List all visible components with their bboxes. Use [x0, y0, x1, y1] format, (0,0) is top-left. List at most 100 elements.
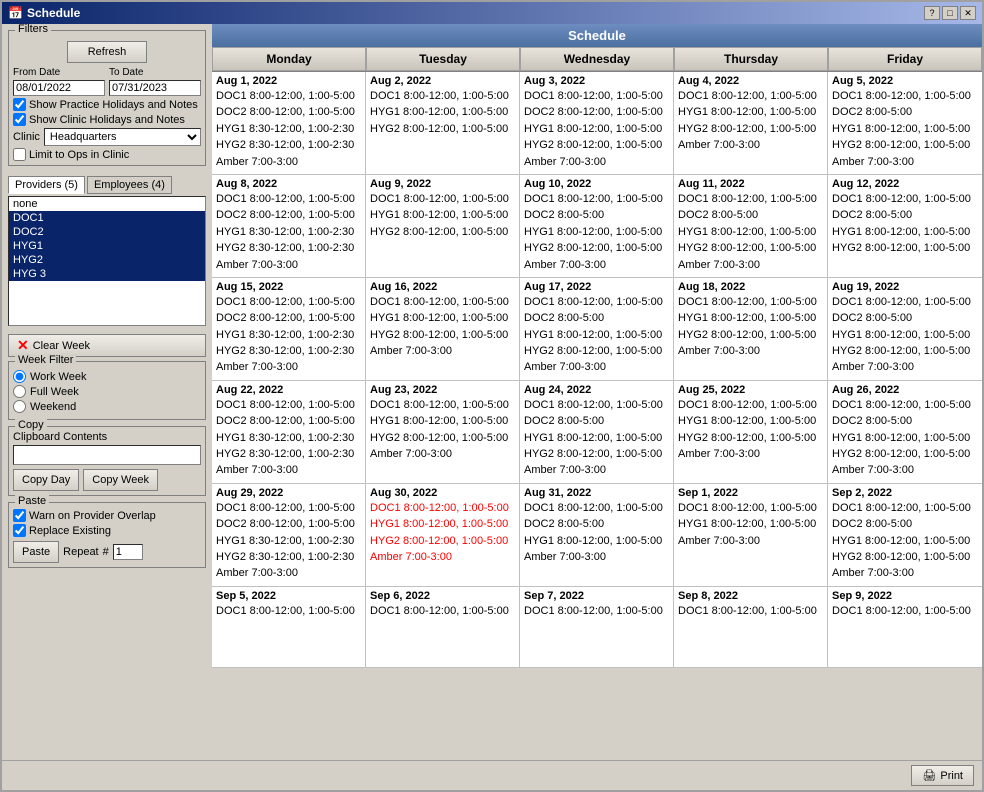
- warn-overlap-checkbox[interactable]: [13, 509, 26, 522]
- day-cell[interactable]: Aug 30, 2022DOC1 8:00-12:00, 1:00-5:00HY…: [366, 484, 520, 586]
- day-date: Aug 8, 2022: [216, 178, 361, 190]
- schedule-entry-red: HYG1 8:00-12:00, 1:00-5:00: [370, 517, 515, 532]
- full-week-radio[interactable]: [13, 385, 26, 398]
- day-cell[interactable]: Aug 9, 2022DOC1 8:00-12:00, 1:00-5:00HYG…: [366, 175, 520, 277]
- close-button[interactable]: ✕: [960, 6, 976, 20]
- day-cell[interactable]: Sep 8, 2022DOC1 8:00-12:00, 1:00-5:00: [674, 587, 828, 667]
- to-date-label: To Date: [109, 67, 201, 78]
- tabs-row: Providers (5) Employees (4): [8, 176, 206, 194]
- clear-week-label: Clear Week: [33, 340, 90, 352]
- day-cell[interactable]: Aug 3, 2022DOC1 8:00-12:00, 1:00-5:00DOC…: [520, 72, 674, 174]
- day-cell[interactable]: Aug 12, 2022DOC1 8:00-12:00, 1:00-5:00DO…: [828, 175, 982, 277]
- schedule-header-cell: Friday: [828, 47, 982, 71]
- day-cell[interactable]: Aug 17, 2022DOC1 8:00-12:00, 1:00-5:00DO…: [520, 278, 674, 380]
- schedule-entry: Amber 7:00-3:00: [678, 138, 823, 153]
- day-cell[interactable]: Aug 16, 2022DOC1 8:00-12:00, 1:00-5:00HY…: [366, 278, 520, 380]
- provider-item[interactable]: none: [9, 197, 205, 211]
- limit-ops-label: Limit to Ops in Clinic: [29, 149, 129, 161]
- day-cell[interactable]: Sep 2, 2022DOC1 8:00-12:00, 1:00-5:00DOC…: [828, 484, 982, 586]
- replace-existing-label: Replace Existing: [29, 525, 111, 537]
- day-cell[interactable]: Aug 15, 2022DOC1 8:00-12:00, 1:00-5:00DO…: [212, 278, 366, 380]
- day-cell[interactable]: Sep 5, 2022DOC1 8:00-12:00, 1:00-5:00: [212, 587, 366, 667]
- main-content: Filters Refresh From Date To Date Show P…: [2, 24, 982, 760]
- day-cell[interactable]: Sep 6, 2022DOC1 8:00-12:00, 1:00-5:00: [366, 587, 520, 667]
- day-cell[interactable]: Aug 25, 2022DOC1 8:00-12:00, 1:00-5:00HY…: [674, 381, 828, 483]
- day-cell[interactable]: Aug 19, 2022DOC1 8:00-12:00, 1:00-5:00DO…: [828, 278, 982, 380]
- schedule-entry: DOC1 8:00-12:00, 1:00-5:00: [678, 604, 823, 619]
- day-cell[interactable]: Sep 9, 2022DOC1 8:00-12:00, 1:00-5:00: [828, 587, 982, 667]
- provider-item[interactable]: DOC1: [9, 211, 205, 225]
- schedule-entry: HYG2 8:00-12:00, 1:00-5:00: [832, 241, 978, 256]
- copy-day-button[interactable]: Copy Day: [13, 469, 79, 491]
- week-row: Sep 5, 2022DOC1 8:00-12:00, 1:00-5:00Sep…: [212, 587, 982, 668]
- day-cell[interactable]: Sep 7, 2022DOC1 8:00-12:00, 1:00-5:00: [520, 587, 674, 667]
- day-date: Aug 12, 2022: [832, 178, 978, 190]
- day-cell[interactable]: Aug 10, 2022DOC1 8:00-12:00, 1:00-5:00DO…: [520, 175, 674, 277]
- schedule-entry: HYG2 8:00-12:00, 1:00-5:00: [370, 225, 515, 240]
- providers-tab[interactable]: Providers (5): [8, 176, 85, 194]
- day-cell[interactable]: Aug 31, 2022DOC1 8:00-12:00, 1:00-5:00DO…: [520, 484, 674, 586]
- day-cell[interactable]: Aug 24, 2022DOC1 8:00-12:00, 1:00-5:00DO…: [520, 381, 674, 483]
- day-cell[interactable]: Aug 22, 2022DOC1 8:00-12:00, 1:00-5:00DO…: [212, 381, 366, 483]
- schedule-entry: DOC1 8:00-12:00, 1:00-5:00: [832, 89, 978, 104]
- day-cell[interactable]: Sep 1, 2022DOC1 8:00-12:00, 1:00-5:00HYG…: [674, 484, 828, 586]
- full-week-label: Full Week: [30, 386, 79, 398]
- schedule-entry: DOC1 8:00-12:00, 1:00-5:00: [216, 501, 361, 516]
- day-cell[interactable]: Aug 11, 2022DOC1 8:00-12:00, 1:00-5:00DO…: [674, 175, 828, 277]
- provider-item[interactable]: HYG 3: [9, 267, 205, 281]
- paste-buttons: Paste Repeat #: [13, 541, 201, 563]
- maximize-button[interactable]: □: [942, 6, 958, 20]
- from-date-label: From Date: [13, 67, 105, 78]
- schedule-entry: Amber 7:00-3:00: [832, 360, 978, 375]
- schedule-entry: DOC1 8:00-12:00, 1:00-5:00: [370, 295, 515, 310]
- schedule-entry: HYG1 8:00-12:00, 1:00-5:00: [832, 431, 978, 446]
- schedule-header: MondayTuesdayWednesdayThursdayFriday: [212, 47, 982, 72]
- schedule-body[interactable]: Aug 1, 2022DOC1 8:00-12:00, 1:00-5:00DOC…: [212, 72, 982, 760]
- weekend-row: Weekend: [13, 400, 201, 413]
- day-cell[interactable]: Aug 18, 2022DOC1 8:00-12:00, 1:00-5:00HY…: [674, 278, 828, 380]
- refresh-button[interactable]: Refresh: [67, 41, 147, 63]
- day-cell[interactable]: Aug 5, 2022DOC1 8:00-12:00, 1:00-5:00DOC…: [828, 72, 982, 174]
- schedule-entry: HYG1 8:30-12:00, 1:00-2:30: [216, 431, 361, 446]
- clipboard-input[interactable]: [13, 445, 201, 465]
- clinic-label: Clinic: [13, 131, 40, 143]
- from-date-input[interactable]: [13, 80, 105, 96]
- day-date: Aug 29, 2022: [216, 487, 361, 499]
- repeat-input[interactable]: [113, 544, 143, 560]
- show-clinic-checkbox[interactable]: [13, 113, 26, 126]
- limit-ops-checkbox[interactable]: [13, 148, 26, 161]
- replace-existing-checkbox[interactable]: [13, 524, 26, 537]
- work-week-radio[interactable]: [13, 370, 26, 383]
- week-filter-title: Week Filter: [15, 354, 76, 366]
- weekend-radio[interactable]: [13, 400, 26, 413]
- paste-section: Paste Warn on Provider Overlap Replace E…: [8, 502, 206, 568]
- day-date: Sep 1, 2022: [678, 487, 823, 499]
- day-cell[interactable]: Aug 4, 2022DOC1 8:00-12:00, 1:00-5:00HYG…: [674, 72, 828, 174]
- print-button[interactable]: 🖨 Print: [911, 765, 974, 786]
- schedule-entry: DOC1 8:00-12:00, 1:00-5:00: [678, 295, 823, 310]
- copy-title: Copy: [15, 419, 47, 431]
- copy-week-button[interactable]: Copy Week: [83, 469, 158, 491]
- clinic-select[interactable]: Headquarters: [44, 128, 201, 146]
- day-cell[interactable]: Aug 8, 2022DOC1 8:00-12:00, 1:00-5:00DOC…: [212, 175, 366, 277]
- provider-item[interactable]: HYG2: [9, 253, 205, 267]
- day-date: Aug 11, 2022: [678, 178, 823, 190]
- to-date-input[interactable]: [109, 80, 201, 96]
- schedule-entry: DOC1 8:00-12:00, 1:00-5:00: [832, 192, 978, 207]
- day-date: Aug 15, 2022: [216, 281, 361, 293]
- provider-item[interactable]: DOC2: [9, 225, 205, 239]
- day-cell[interactable]: Aug 29, 2022DOC1 8:00-12:00, 1:00-5:00DO…: [212, 484, 366, 586]
- day-cell[interactable]: Aug 2, 2022DOC1 8:00-12:00, 1:00-5:00HYG…: [366, 72, 520, 174]
- provider-item[interactable]: HYG1: [9, 239, 205, 253]
- day-cell[interactable]: Aug 26, 2022DOC1 8:00-12:00, 1:00-5:00DO…: [828, 381, 982, 483]
- day-cell[interactable]: Aug 23, 2022DOC1 8:00-12:00, 1:00-5:00HY…: [366, 381, 520, 483]
- schedule-entry: Amber 7:00-3:00: [678, 534, 823, 549]
- schedule-entry: Amber 7:00-3:00: [216, 258, 361, 273]
- paste-button[interactable]: Paste: [13, 541, 59, 563]
- employees-tab[interactable]: Employees (4): [87, 176, 172, 194]
- show-practice-checkbox[interactable]: [13, 98, 26, 111]
- help-button[interactable]: ?: [924, 6, 940, 20]
- schedule-entry: DOC1 8:00-12:00, 1:00-5:00: [524, 501, 669, 516]
- day-cell[interactable]: Aug 1, 2022DOC1 8:00-12:00, 1:00-5:00DOC…: [212, 72, 366, 174]
- from-date-group: From Date: [13, 67, 105, 96]
